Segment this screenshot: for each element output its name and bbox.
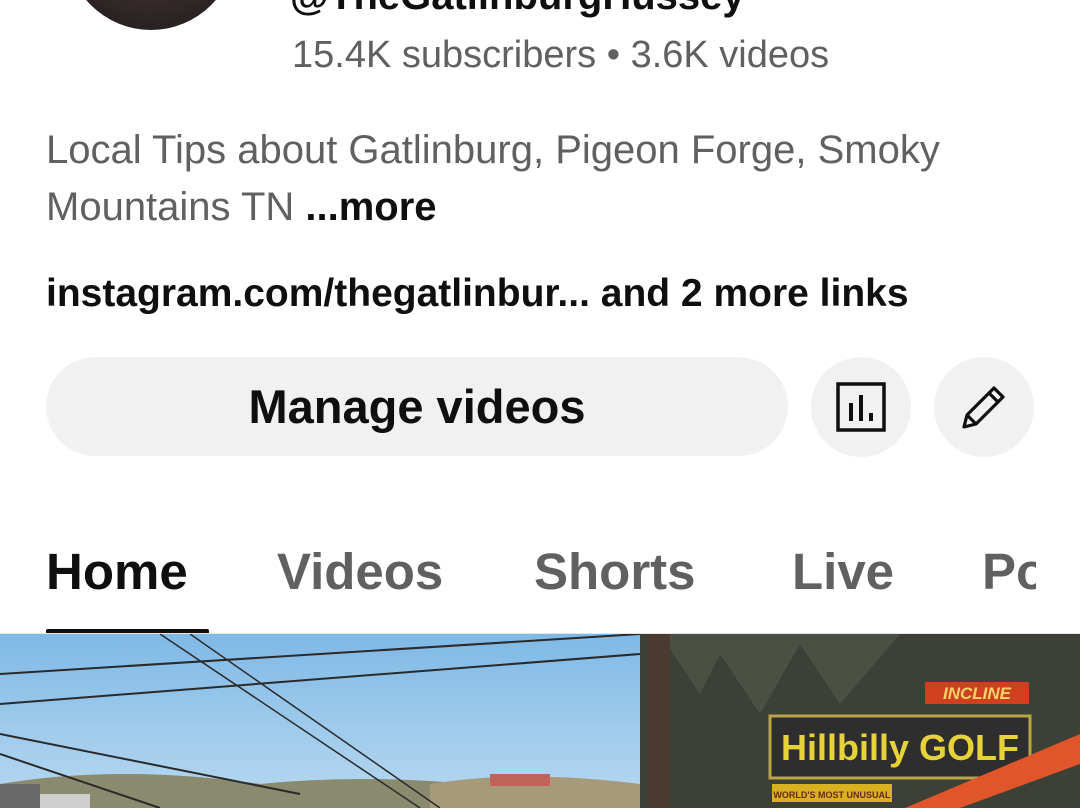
channel-tabs: Home Videos Shorts Live Po [0,530,1080,634]
manage-videos-label: Manage videos [248,380,586,433]
channel-links[interactable]: instagram.com/thegatlinbur... and 2 more… [46,272,909,316]
tab-live[interactable]: Live [792,542,894,601]
channel-stats: 15.4K subscribers • 3.6K videos [292,34,830,76]
featured-video-thumbnail[interactable]: INCLINE Hillbilly GOLF WORLD'S MOST UNUS… [0,634,1080,808]
tab-videos[interactable]: Videos [277,542,443,601]
thumbnail-scene: INCLINE Hillbilly GOLF WORLD'S MOST UNUS… [0,634,1080,808]
manage-videos-button[interactable]: Manage videos [46,357,788,456]
edit-button[interactable] [934,357,1034,457]
tab-posts[interactable]: Po [982,542,1036,601]
description-text: Local Tips about Gatlinburg, Pigeon Forg… [46,128,940,229]
sign-hillbilly-golf-text: Hillbilly GOLF [781,727,1019,768]
sign-sub-text: WORLD'S MOST UNUSUAL [773,790,891,800]
channel-description[interactable]: Local Tips about Gatlinburg, Pigeon Forg… [46,122,1046,236]
channel-handle: @TheGatlinburgHussey [290,0,745,19]
tab-shorts[interactable]: Shorts [534,542,696,601]
analytics-button[interactable] [811,357,911,457]
analytics-icon [836,382,886,432]
channel-avatar[interactable] [66,0,236,30]
pencil-icon [962,386,1005,429]
sign-incline-text: INCLINE [943,684,1012,703]
more-link[interactable]: ...more [305,185,436,229]
tab-home[interactable]: Home [46,542,188,601]
